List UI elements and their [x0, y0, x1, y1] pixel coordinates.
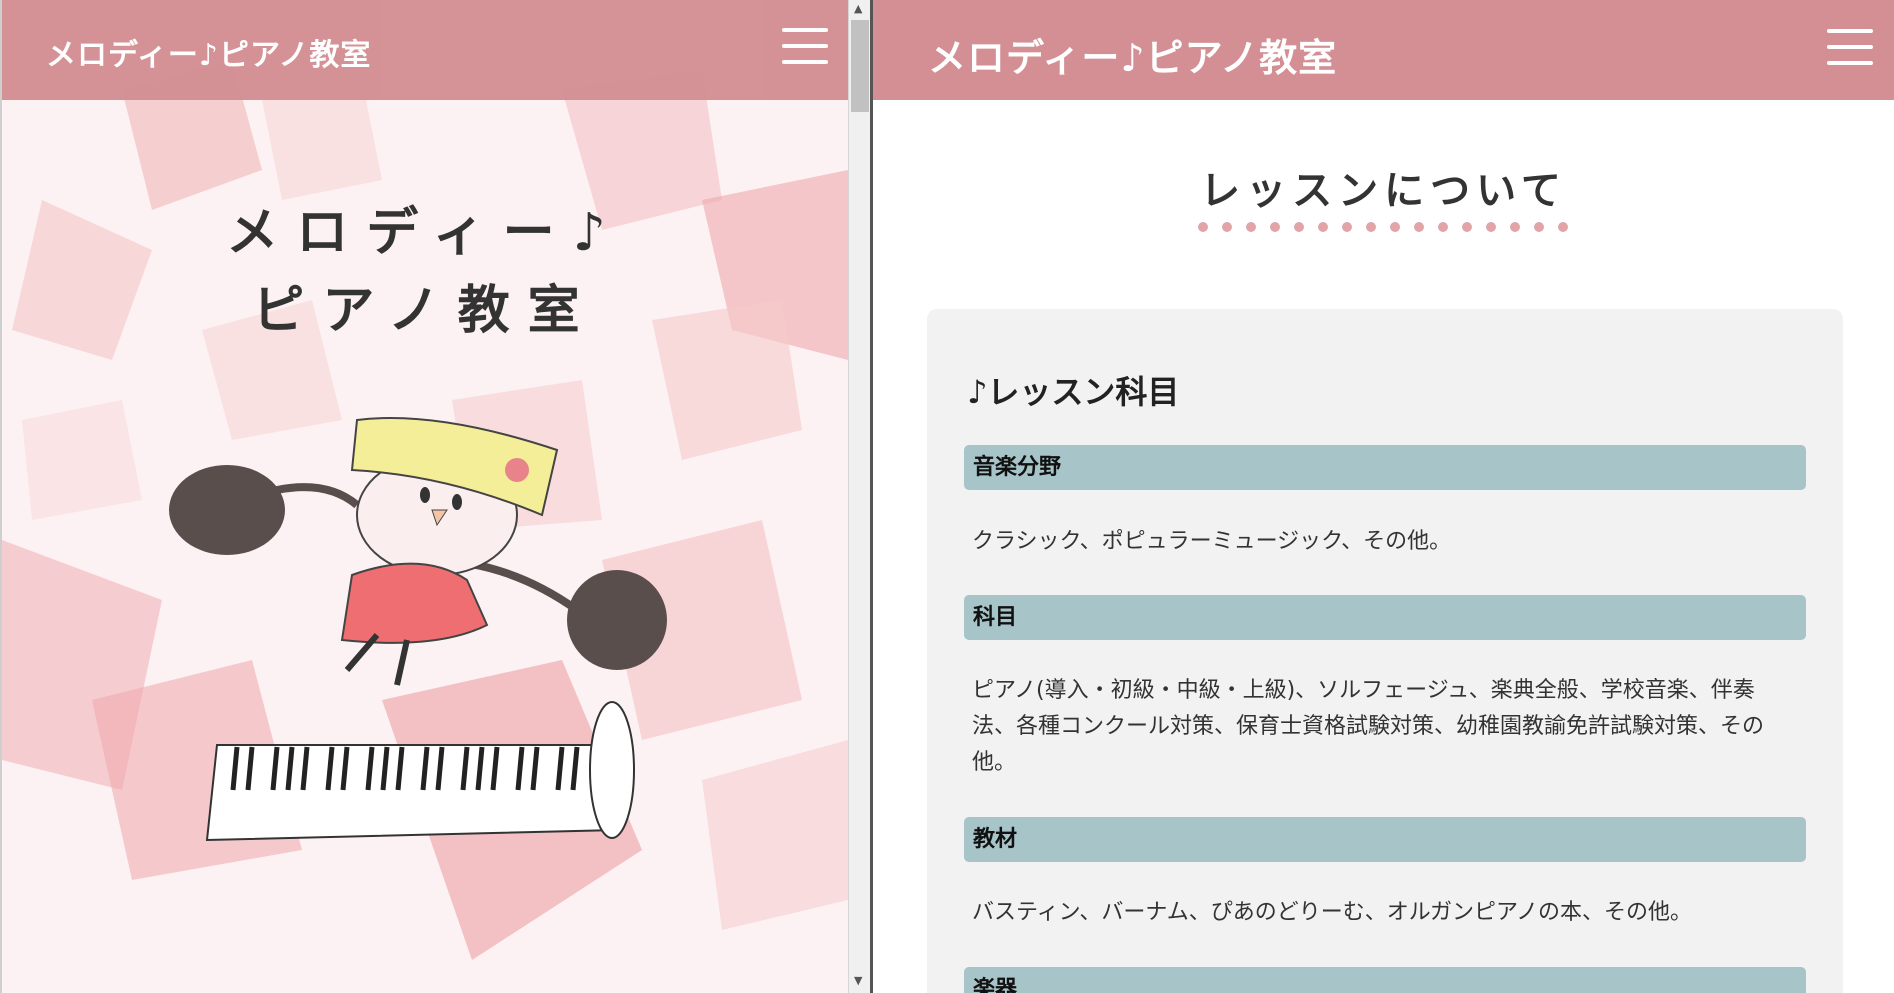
underline-dot	[1342, 222, 1352, 232]
item-description: バスティン、バーナム、ぴあのどりーむ、オルガンピアノの本、その他。	[972, 900, 1693, 925]
scroll-down-arrow-icon[interactable]: ▼	[854, 974, 862, 987]
hero-section: メロディー♪ ピアノ教室	[2, 0, 848, 993]
section-heading: レッスンについて	[1200, 167, 1567, 214]
underline-dot	[1270, 222, 1280, 232]
scroll-up-arrow-icon[interactable]: ▲	[854, 2, 862, 15]
underline-dot	[1486, 222, 1496, 232]
hero-title-line1: メロディー♪	[226, 202, 624, 263]
label-bar: 楽器	[964, 967, 1806, 993]
underline-dot	[1414, 222, 1424, 232]
underline-dot	[1198, 222, 1208, 232]
hamburger-menu-icon[interactable]	[782, 26, 828, 66]
vertical-scrollbar[interactable]: ▲ ▼	[848, 0, 873, 993]
underline-dot	[1438, 222, 1448, 232]
site-header: メロディー♪ピアノ教室	[2, 0, 848, 100]
underline-dot	[1510, 222, 1520, 232]
hamburger-menu-icon[interactable]	[1827, 27, 1873, 67]
underline-dot	[1246, 222, 1256, 232]
piano-girl-illustration	[169, 417, 667, 842]
site-brand[interactable]: メロディー♪ピアノ教室	[928, 27, 1337, 82]
item-description: クラシック、ポピュラーミュージック、その他。	[972, 529, 1452, 554]
label-bar: 音楽分野	[964, 445, 1806, 490]
item-description: ピアノ(導入・初級・中級・上級)、ソルフェージュ、楽典全般、学校音楽、伴奏法、各…	[972, 678, 1765, 775]
scrollbar-thumb[interactable]	[851, 20, 869, 112]
underline-dot	[1558, 222, 1568, 232]
right-browser-pane: メロディー♪ピアノ教室 レッスンについて ♪レッスン科目 音楽分野 クラシック、…	[873, 0, 1894, 993]
underline-dot	[1222, 222, 1232, 232]
hero-title-line2: ピアノ教室	[252, 280, 598, 341]
label-bar: 科目	[964, 595, 1806, 640]
underline-dot	[1390, 222, 1400, 232]
lesson-card: ♪レッスン科目 音楽分野 クラシック、ポピュラーミュージック、その他。 科目 ピ…	[927, 309, 1843, 993]
underline-dot	[1462, 222, 1472, 232]
underline-dot	[1294, 222, 1304, 232]
left-browser-pane: メロディー♪ ピアノ教室 メロディー♪ピアノ教室	[0, 0, 848, 993]
underline-dot	[1534, 222, 1544, 232]
site-header: メロディー♪ピアノ教室	[873, 0, 1894, 100]
underline-dot	[1318, 222, 1328, 232]
site-brand[interactable]: メロディー♪ピアノ教室	[46, 30, 371, 74]
label-bar: 教材	[964, 817, 1806, 862]
card-title: ♪レッスン科目	[967, 373, 1180, 411]
underline-dot	[1366, 222, 1376, 232]
